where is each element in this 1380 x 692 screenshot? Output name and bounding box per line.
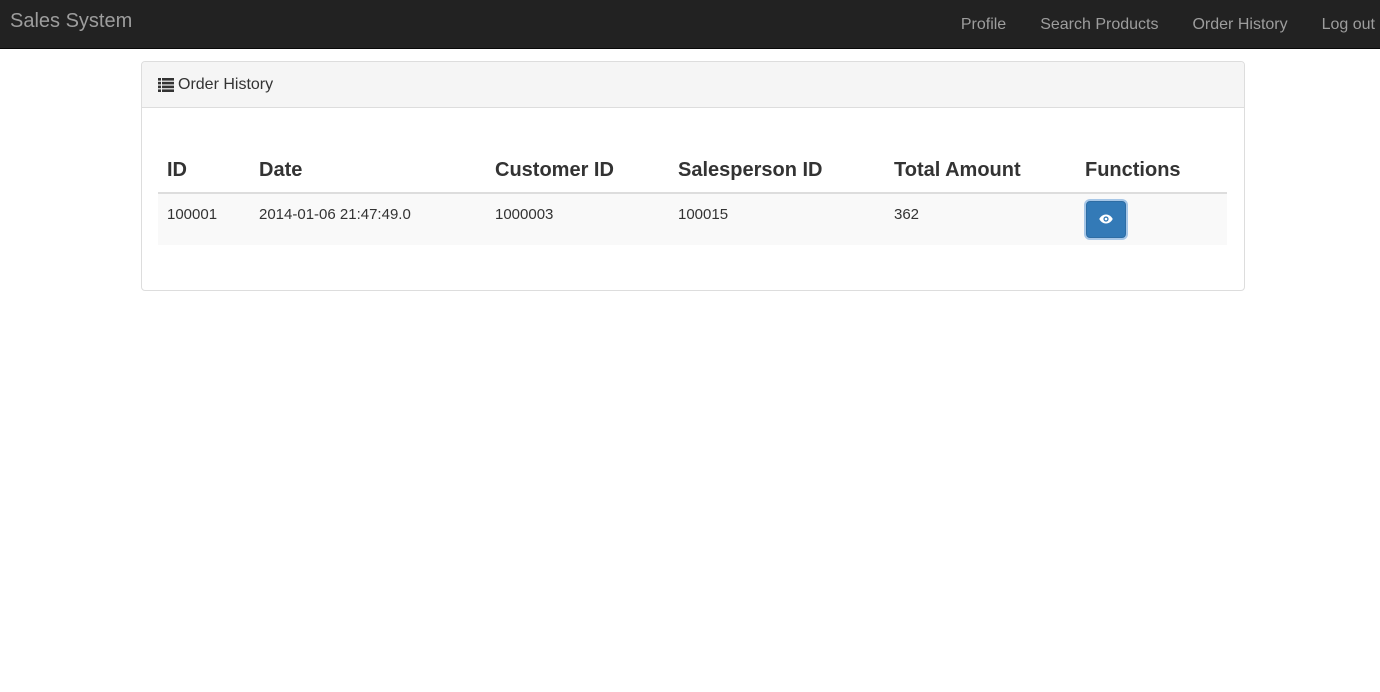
cell-total-amount: 362 [885, 193, 1076, 245]
eye-icon [1099, 211, 1113, 228]
nav-logout-link[interactable]: Log out [1305, 4, 1380, 45]
table-row: 100001 2014-01-06 21:47:49.0 1000003 100… [158, 193, 1227, 245]
panel-heading: Order History [142, 62, 1244, 108]
brand-link[interactable]: Sales System [10, 9, 132, 33]
cell-date: 2014-01-06 21:47:49.0 [250, 193, 486, 245]
header-functions: Functions [1076, 147, 1227, 194]
cell-functions [1076, 193, 1227, 245]
header-id: ID [158, 147, 250, 194]
cell-salesperson-id: 100015 [669, 193, 885, 245]
header-date: Date [250, 147, 486, 194]
list-icon [158, 77, 174, 92]
top-navbar: Sales System Profile Search Products Ord… [0, 0, 1380, 49]
view-order-button[interactable] [1086, 201, 1126, 238]
table-header-row: ID Date Customer ID Salesperson ID Total… [158, 147, 1227, 194]
cell-customer-id: 1000003 [486, 193, 669, 245]
nav-links: Profile Search Products Order History Lo… [944, 0, 1380, 49]
cell-id: 100001 [158, 193, 250, 245]
header-salesperson-id: Salesperson ID [669, 147, 885, 194]
panel-title: Order History [178, 75, 274, 93]
header-total-amount: Total Amount [885, 147, 1076, 194]
header-customer-id: Customer ID [486, 147, 669, 194]
nav-search-products-link[interactable]: Search Products [1023, 4, 1175, 45]
panel-body: ID Date Customer ID Salesperson ID Total… [142, 108, 1244, 245]
nav-order-history-link[interactable]: Order History [1175, 4, 1304, 45]
order-history-panel: Order History ID Date Customer ID Salesp… [141, 61, 1245, 291]
order-table: ID Date Customer ID Salesperson ID Total… [158, 147, 1227, 245]
nav-profile-link[interactable]: Profile [944, 4, 1023, 45]
